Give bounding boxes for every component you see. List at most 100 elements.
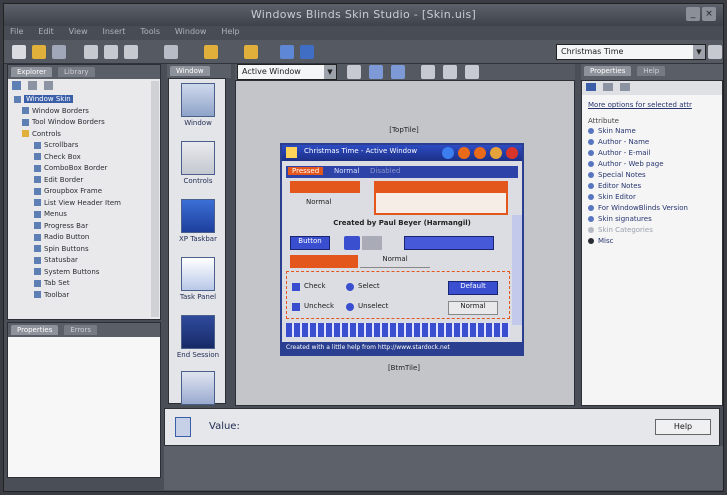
tree-item[interactable]: Progress Bar xyxy=(14,222,148,234)
attribute-row[interactable]: Special Notes xyxy=(582,171,722,182)
radio-unselected-icon[interactable] xyxy=(346,303,354,311)
world-icon[interactable] xyxy=(300,45,314,59)
value-editor-area[interactable] xyxy=(164,446,723,490)
attribute-row[interactable]: Editor Notes xyxy=(582,182,722,193)
help-icon[interactable] xyxy=(442,147,454,159)
tab-window[interactable]: Window xyxy=(170,66,210,76)
tree-item[interactable]: Statusbar xyxy=(14,256,148,268)
tree-item[interactable]: List View Header Item xyxy=(14,199,148,211)
tab-properties-mini[interactable]: Properties xyxy=(11,325,59,335)
tree-item[interactable]: Check Box xyxy=(14,153,148,165)
default-button[interactable]: Default xyxy=(448,281,498,295)
filter-icon[interactable] xyxy=(602,83,613,91)
minimize-button[interactable]: _ xyxy=(686,7,700,21)
checkbox-unchecked-icon[interactable] xyxy=(292,303,300,311)
preview-scrollbar[interactable] xyxy=(512,215,522,325)
attribute-row[interactable]: Skin Editor xyxy=(582,193,722,204)
palette-item-end-session[interactable]: End Session xyxy=(173,315,223,359)
tree-refresh-icon[interactable] xyxy=(43,81,53,90)
palette-item-xp-taskbar[interactable]: XP Taskbar xyxy=(173,199,223,243)
preview-dropdown-icon[interactable] xyxy=(362,236,382,250)
tab-properties[interactable]: Properties xyxy=(584,66,632,76)
minimize-icon[interactable] xyxy=(458,147,470,159)
tree-item[interactable]: Window Borders xyxy=(14,107,148,119)
attribute-row[interactable]: Skin Categories xyxy=(582,226,722,237)
tree-item[interactable]: Scrollbars xyxy=(14,141,148,153)
sort-icon[interactable] xyxy=(586,83,596,91)
tab-explorer[interactable]: Explorer xyxy=(11,67,53,77)
save-icon[interactable] xyxy=(52,45,66,59)
preview-edit-box[interactable] xyxy=(374,181,508,215)
chevron-down-icon[interactable]: ▼ xyxy=(693,45,705,59)
menu-window[interactable]: Window xyxy=(169,26,213,37)
tree-scrollbar[interactable] xyxy=(151,81,159,317)
pencil-icon[interactable] xyxy=(347,65,361,79)
attribute-row[interactable]: Author - E-mail xyxy=(582,149,722,160)
settings-icon[interactable] xyxy=(708,45,722,59)
menu-view[interactable]: View xyxy=(63,26,94,37)
folder-open-icon[interactable] xyxy=(244,45,258,59)
help-button[interactable]: Help xyxy=(655,419,711,435)
checkbox-checked-icon[interactable] xyxy=(292,283,300,291)
tab-errors[interactable]: Errors xyxy=(64,325,97,335)
attribute-row[interactable]: Author - Name xyxy=(582,138,722,149)
zoom-icon[interactable] xyxy=(369,65,383,79)
menu-tools[interactable]: Tools xyxy=(134,26,166,37)
menu-help[interactable]: Help xyxy=(215,26,245,37)
tree-item[interactable]: Spin Buttons xyxy=(14,245,148,257)
tree-delete-icon[interactable] xyxy=(27,81,37,90)
radio-selected-icon[interactable] xyxy=(346,283,354,291)
open-icon[interactable] xyxy=(32,45,46,59)
tree-item[interactable]: System Buttons xyxy=(14,268,148,280)
folder-icon[interactable] xyxy=(204,45,218,59)
palette-item-more[interactable] xyxy=(173,371,223,407)
tree-item[interactable]: Radio Button xyxy=(14,233,148,245)
tree-item[interactable]: Tool Window Borders xyxy=(14,118,148,130)
chevron-down-icon[interactable]: ▼ xyxy=(324,65,336,79)
new-icon[interactable] xyxy=(12,45,26,59)
normal-tab-preview[interactable]: Normal xyxy=(360,255,430,268)
skin-preview-window[interactable]: Christmas Time - Active Window Pressed N… xyxy=(280,143,524,356)
view-icon[interactable] xyxy=(619,83,630,91)
undo-icon[interactable] xyxy=(164,45,178,59)
tab-disabled[interactable]: Disabled xyxy=(366,167,404,175)
tree-item[interactable]: Groupbox Frame xyxy=(14,187,148,199)
preview-button[interactable]: Button xyxy=(290,236,330,250)
attribute-row[interactable]: Skin Name xyxy=(582,127,722,138)
attribute-row[interactable]: For WindowBlinds Version xyxy=(582,204,722,215)
paste-icon[interactable] xyxy=(124,45,138,59)
preview-tool-icon[interactable] xyxy=(344,236,360,250)
menu-file[interactable]: File xyxy=(4,26,29,37)
normal-button[interactable]: Normal xyxy=(448,301,498,315)
tree-add-icon[interactable] xyxy=(12,81,21,90)
palette-item-task-panel[interactable]: Task Panel xyxy=(173,257,223,301)
tree-item[interactable]: Tab Set xyxy=(14,279,148,291)
menu-edit[interactable]: Edit xyxy=(32,26,60,37)
more-options-link[interactable]: More options for selected attr xyxy=(582,95,722,111)
attribute-row[interactable]: Misc xyxy=(582,237,722,248)
skin-select[interactable]: Christmas Time ▼ xyxy=(556,44,706,60)
grid-icon[interactable] xyxy=(391,65,405,79)
align-icon[interactable] xyxy=(421,65,435,79)
maximize-icon[interactable] xyxy=(474,147,486,159)
pressed-button[interactable] xyxy=(290,181,360,193)
tree-item[interactable]: Menus xyxy=(14,210,148,222)
globe-icon[interactable] xyxy=(280,45,294,59)
view-select[interactable]: Active Window ▼ xyxy=(237,64,337,80)
attribute-row[interactable]: Author - Web page xyxy=(582,160,722,171)
cut-icon[interactable] xyxy=(84,45,98,59)
close-icon[interactable] xyxy=(506,147,518,159)
restore-icon[interactable] xyxy=(490,147,502,159)
tree-item[interactable]: Toolbar xyxy=(14,291,148,303)
palette-item-window[interactable]: Window xyxy=(173,83,223,127)
layers-icon[interactable] xyxy=(443,65,457,79)
menu-insert[interactable]: Insert xyxy=(97,26,132,37)
tab-normal[interactable]: Normal xyxy=(330,167,363,175)
close-button[interactable]: × xyxy=(702,7,716,21)
attribute-row[interactable]: Skin signatures xyxy=(582,215,722,226)
selected-tab-preview[interactable] xyxy=(290,255,358,268)
palette-item-controls[interactable]: Controls xyxy=(173,141,223,185)
tree-item[interactable]: Edit Border xyxy=(14,176,148,188)
tree-item[interactable]: ComboBox Border xyxy=(14,164,148,176)
copy-icon[interactable] xyxy=(104,45,118,59)
